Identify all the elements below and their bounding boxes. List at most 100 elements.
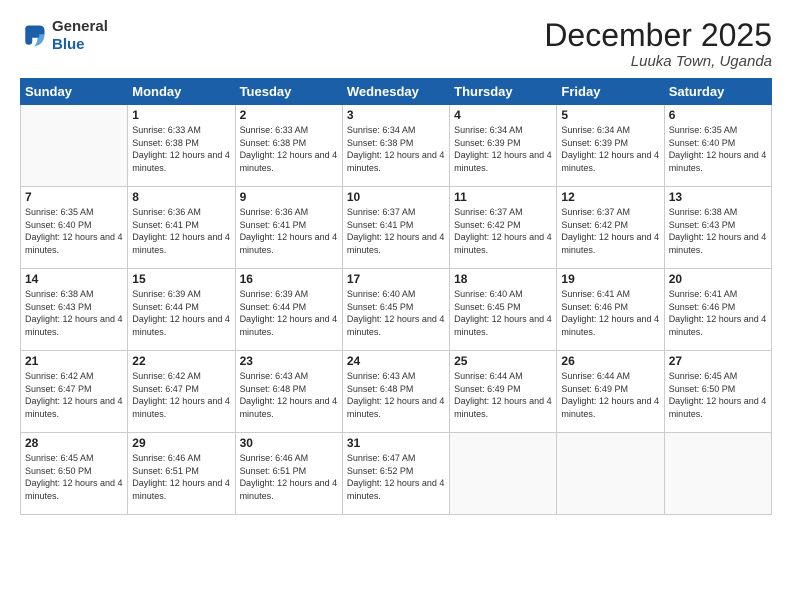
day-number: 1 bbox=[132, 108, 230, 122]
day-number: 29 bbox=[132, 436, 230, 450]
day-info: Sunrise: 6:42 AMSunset: 6:47 PMDaylight:… bbox=[132, 370, 230, 420]
day-number: 12 bbox=[561, 190, 659, 204]
day-number: 30 bbox=[240, 436, 338, 450]
calendar-cell: 23 Sunrise: 6:43 AMSunset: 6:48 PMDayligh… bbox=[235, 351, 342, 433]
day-info: Sunrise: 6:37 AMSunset: 6:42 PMDaylight:… bbox=[561, 206, 659, 256]
day-number: 22 bbox=[132, 354, 230, 368]
calendar-cell: 17Sunrise: 6:40 AMSunset: 6:45 PMDayligh… bbox=[342, 269, 449, 351]
day-info: Sunrise: 6:33 AMSunset: 6:38 PMDaylight:… bbox=[240, 124, 338, 174]
calendar-cell: 7Sunrise: 6:35 AMSunset: 6:40 PMDaylight… bbox=[21, 187, 128, 269]
day-number: 6 bbox=[669, 108, 767, 122]
calendar-cell: 27 Sunrise: 6:45 AMSunset: 6:50 PMDayligh… bbox=[664, 351, 771, 433]
logo: General Blue bbox=[20, 18, 108, 54]
weekday-header: Thursday bbox=[450, 79, 557, 105]
calendar-cell: 26 Sunrise: 6:44 AMSunset: 6:49 PMDayligh… bbox=[557, 351, 664, 433]
calendar-cell: 2 Sunrise: 6:33 AMSunset: 6:38 PMDaylight… bbox=[235, 105, 342, 187]
day-info: Sunrise: 6:33 AMSunset: 6:38 PMDaylight:… bbox=[132, 124, 230, 174]
logo-icon bbox=[20, 22, 48, 50]
day-number: 13 bbox=[669, 190, 767, 204]
day-info: Sunrise: 6:45 AMSunset: 6:50 PMDaylight:… bbox=[25, 452, 123, 502]
calendar-week-row: 1 Sunrise: 6:33 AMSunset: 6:38 PMDaylight… bbox=[21, 105, 772, 187]
day-info: Sunrise: 6:46 AMSunset: 6:51 PMDaylight:… bbox=[240, 452, 338, 502]
logo-blue-text: Blue bbox=[52, 36, 108, 54]
day-info: Sunrise: 6:44 AMSunset: 6:49 PMDaylight:… bbox=[454, 370, 552, 420]
day-number: 18 bbox=[454, 272, 552, 286]
day-info: Sunrise: 6:37 AMSunset: 6:42 PMDaylight:… bbox=[454, 206, 552, 256]
calendar-cell: 10Sunrise: 6:37 AMSunset: 6:41 PMDayligh… bbox=[342, 187, 449, 269]
location: Luuka Town, Uganda bbox=[544, 53, 772, 70]
calendar-cell: 19 Sunrise: 6:41 AMSunset: 6:46 PMDayligh… bbox=[557, 269, 664, 351]
day-info: Sunrise: 6:47 AMSunset: 6:52 PMDaylight:… bbox=[347, 452, 445, 502]
header: General Blue December 2025 Luuka Town, U… bbox=[20, 18, 772, 70]
day-info: Sunrise: 6:36 AMSunset: 6:41 PMDaylight:… bbox=[240, 206, 338, 256]
calendar-cell: 22 Sunrise: 6:42 AMSunset: 6:47 PMDayligh… bbox=[128, 351, 235, 433]
calendar-cell: 20 Sunrise: 6:41 AMSunset: 6:46 PMDayligh… bbox=[664, 269, 771, 351]
day-info: Sunrise: 6:41 AMSunset: 6:46 PMDaylight:… bbox=[669, 288, 767, 338]
day-number: 15 bbox=[132, 272, 230, 286]
day-info: Sunrise: 6:45 AMSunset: 6:50 PMDaylight:… bbox=[669, 370, 767, 420]
calendar-cell: 14 Sunrise: 6:38 AMSunset: 6:43 PMDayligh… bbox=[21, 269, 128, 351]
day-number: 3 bbox=[347, 108, 445, 122]
day-info: Sunrise: 6:43 AMSunset: 6:48 PMDaylight:… bbox=[240, 370, 338, 420]
day-number: 14 bbox=[25, 272, 123, 286]
calendar-cell bbox=[664, 433, 771, 515]
day-info: Sunrise: 6:34 AMSunset: 6:39 PMDaylight:… bbox=[561, 124, 659, 174]
calendar-cell: 28Sunrise: 6:45 AMSunset: 6:50 PMDayligh… bbox=[21, 433, 128, 515]
day-number: 27 bbox=[669, 354, 767, 368]
day-number: 2 bbox=[240, 108, 338, 122]
calendar-table: SundayMondayTuesdayWednesdayThursdayFrid… bbox=[20, 78, 772, 515]
calendar-cell: 6 Sunrise: 6:35 AMSunset: 6:40 PMDaylight… bbox=[664, 105, 771, 187]
day-number: 5 bbox=[561, 108, 659, 122]
day-number: 11 bbox=[454, 190, 552, 204]
calendar-cell bbox=[21, 105, 128, 187]
calendar-cell: 5 Sunrise: 6:34 AMSunset: 6:39 PMDaylight… bbox=[557, 105, 664, 187]
calendar-header-row: SundayMondayTuesdayWednesdayThursdayFrid… bbox=[21, 79, 772, 105]
weekday-header: Friday bbox=[557, 79, 664, 105]
day-number: 31 bbox=[347, 436, 445, 450]
day-number: 20 bbox=[669, 272, 767, 286]
day-info: Sunrise: 6:42 AMSunset: 6:47 PMDaylight:… bbox=[25, 370, 123, 420]
day-info: Sunrise: 6:34 AMSunset: 6:39 PMDaylight:… bbox=[454, 124, 552, 174]
day-info: Sunrise: 6:37 AMSunset: 6:41 PMDaylight:… bbox=[347, 206, 445, 256]
day-info: Sunrise: 6:44 AMSunset: 6:49 PMDaylight:… bbox=[561, 370, 659, 420]
day-number: 26 bbox=[561, 354, 659, 368]
day-info: Sunrise: 6:41 AMSunset: 6:46 PMDaylight:… bbox=[561, 288, 659, 338]
calendar-week-row: 28Sunrise: 6:45 AMSunset: 6:50 PMDayligh… bbox=[21, 433, 772, 515]
calendar-cell: 31 Sunrise: 6:47 AMSunset: 6:52 PMDayligh… bbox=[342, 433, 449, 515]
weekday-header: Wednesday bbox=[342, 79, 449, 105]
day-info: Sunrise: 6:46 AMSunset: 6:51 PMDaylight:… bbox=[132, 452, 230, 502]
day-info: Sunrise: 6:38 AMSunset: 6:43 PMDaylight:… bbox=[25, 288, 123, 338]
day-info: Sunrise: 6:36 AMSunset: 6:41 PMDaylight:… bbox=[132, 206, 230, 256]
day-number: 7 bbox=[25, 190, 123, 204]
day-number: 25 bbox=[454, 354, 552, 368]
calendar-cell: 8Sunrise: 6:36 AMSunset: 6:41 PMDaylight… bbox=[128, 187, 235, 269]
calendar-cell: 15Sunrise: 6:39 AMSunset: 6:44 PMDayligh… bbox=[128, 269, 235, 351]
weekday-header: Sunday bbox=[21, 79, 128, 105]
calendar-week-row: 7Sunrise: 6:35 AMSunset: 6:40 PMDaylight… bbox=[21, 187, 772, 269]
logo-general-text: General bbox=[52, 18, 108, 36]
day-info: Sunrise: 6:43 AMSunset: 6:48 PMDaylight:… bbox=[347, 370, 445, 420]
calendar-cell: 21Sunrise: 6:42 AMSunset: 6:47 PMDayligh… bbox=[21, 351, 128, 433]
calendar-cell bbox=[450, 433, 557, 515]
day-info: Sunrise: 6:35 AMSunset: 6:40 PMDaylight:… bbox=[669, 124, 767, 174]
day-number: 24 bbox=[347, 354, 445, 368]
day-number: 16 bbox=[240, 272, 338, 286]
weekday-header: Tuesday bbox=[235, 79, 342, 105]
calendar-cell: 9Sunrise: 6:36 AMSunset: 6:41 PMDaylight… bbox=[235, 187, 342, 269]
calendar-cell bbox=[557, 433, 664, 515]
calendar-cell: 4 Sunrise: 6:34 AMSunset: 6:39 PMDaylight… bbox=[450, 105, 557, 187]
day-info: Sunrise: 6:39 AMSunset: 6:44 PMDaylight:… bbox=[240, 288, 338, 338]
weekday-header: Monday bbox=[128, 79, 235, 105]
day-number: 4 bbox=[454, 108, 552, 122]
day-number: 19 bbox=[561, 272, 659, 286]
calendar-cell: 11 Sunrise: 6:37 AMSunset: 6:42 PMDayligh… bbox=[450, 187, 557, 269]
title-block: December 2025 Luuka Town, Uganda bbox=[544, 18, 772, 70]
calendar-cell: 25 Sunrise: 6:44 AMSunset: 6:49 PMDayligh… bbox=[450, 351, 557, 433]
calendar-cell: 30 Sunrise: 6:46 AMSunset: 6:51 PMDayligh… bbox=[235, 433, 342, 515]
day-number: 23 bbox=[240, 354, 338, 368]
calendar-cell: 1 Sunrise: 6:33 AMSunset: 6:38 PMDaylight… bbox=[128, 105, 235, 187]
calendar-cell: 12 Sunrise: 6:37 AMSunset: 6:42 PMDayligh… bbox=[557, 187, 664, 269]
day-info: Sunrise: 6:38 AMSunset: 6:43 PMDaylight:… bbox=[669, 206, 767, 256]
calendar-cell: 29 Sunrise: 6:46 AMSunset: 6:51 PMDayligh… bbox=[128, 433, 235, 515]
calendar-cell: 18Sunrise: 6:40 AMSunset: 6:45 PMDayligh… bbox=[450, 269, 557, 351]
